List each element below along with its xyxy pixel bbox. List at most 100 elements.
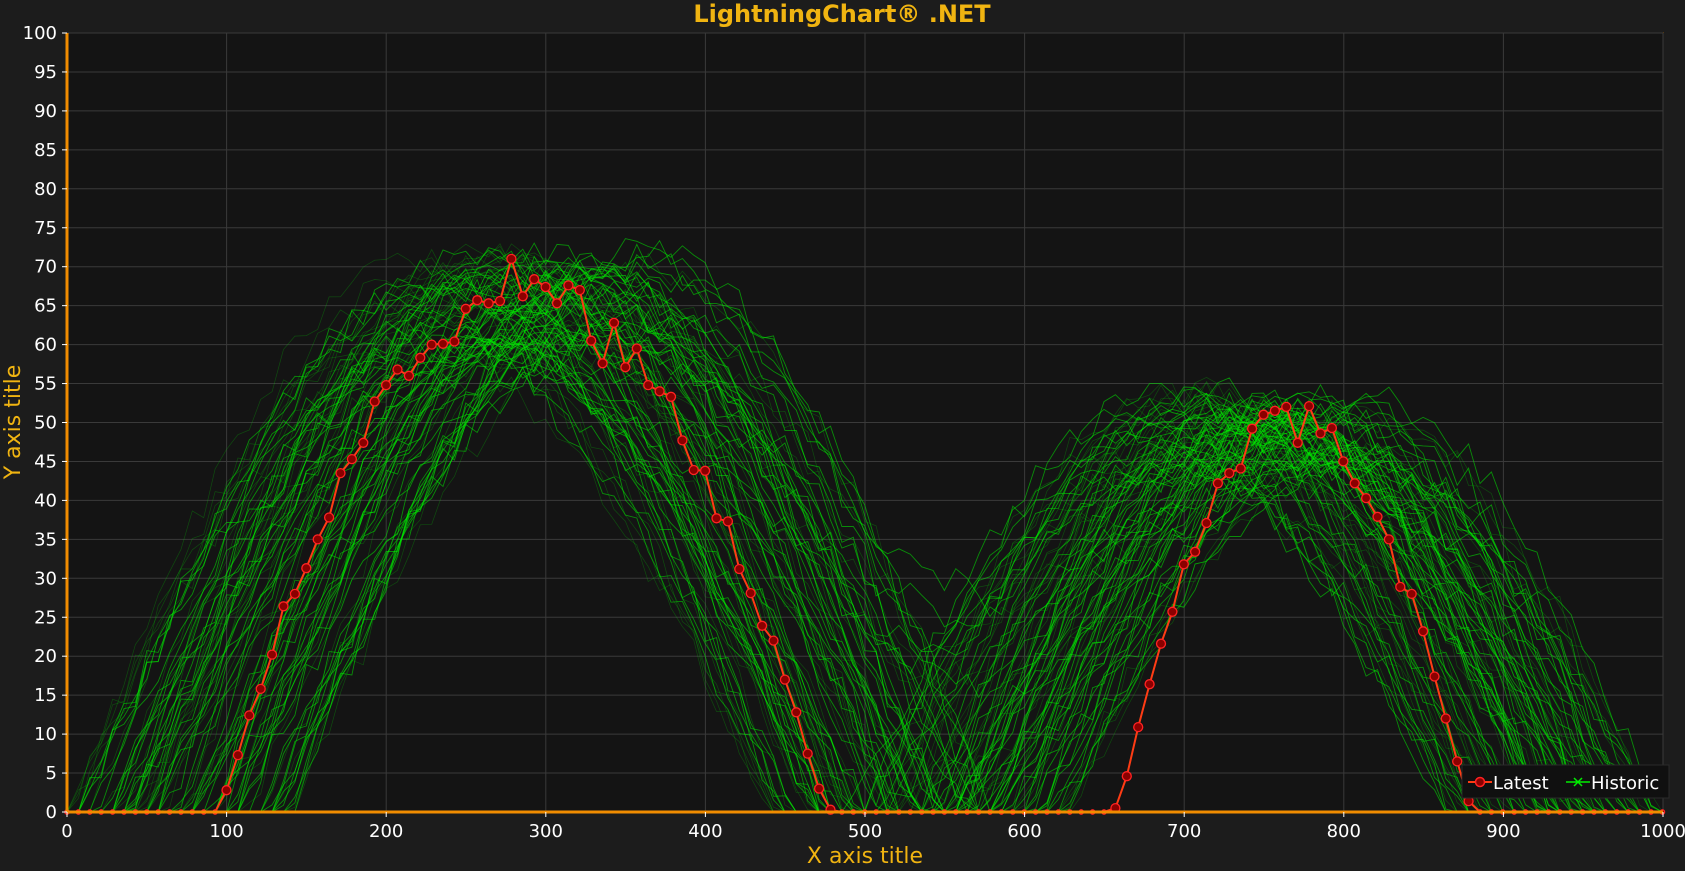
latest-point [654, 386, 665, 397]
latest-point [631, 343, 642, 354]
latest-point [494, 295, 506, 307]
latest-point [802, 748, 813, 759]
y-tick-label: 10 [34, 724, 57, 745]
latest-point [791, 707, 802, 718]
legend-latest-label: Latest [1493, 773, 1549, 794]
latest-point [722, 516, 734, 527]
chart-title: LightningChart® .NET [693, 0, 991, 28]
latest-point [756, 620, 768, 631]
latest-point [1292, 437, 1303, 448]
latest-point [1189, 546, 1201, 557]
chart: LightningChart® .NET 0 100 200 300 400 500 600… [0, 0, 1685, 871]
latest-point [551, 298, 563, 309]
legend-latest-marker-icon [1474, 776, 1486, 788]
latest-point [1452, 756, 1463, 767]
y-axis-title: Y axis title [1, 365, 26, 481]
latest-point [1258, 409, 1269, 420]
latest-point [779, 674, 791, 685]
y-tick-label: 60 [34, 335, 57, 356]
latest-point [1395, 581, 1406, 593]
x-tick-label: 1000 [1640, 821, 1685, 842]
latest-point [665, 391, 677, 402]
latest-point [335, 467, 346, 479]
latest-point [1383, 534, 1395, 545]
latest-point [813, 783, 825, 794]
y-tick-label: 45 [34, 451, 57, 472]
latest-point [1235, 463, 1246, 474]
latest-point [312, 534, 323, 545]
latest-point [1121, 771, 1132, 782]
latest-point [1212, 478, 1224, 489]
latest-point [323, 512, 335, 523]
y-tick-label: 95 [34, 62, 57, 83]
latest-point [1224, 467, 1235, 479]
latest-point [232, 749, 244, 761]
y-tick-label: 25 [34, 607, 57, 628]
x-tick-label: 300 [529, 821, 563, 842]
y-tick-label: 15 [34, 685, 57, 706]
latest-point [1326, 422, 1338, 434]
latest-point [266, 649, 278, 660]
latest-point [403, 370, 415, 381]
legend-historic-label: Historic [1591, 773, 1659, 794]
latest-point [517, 291, 528, 302]
latest-point [597, 358, 608, 369]
latest-point [1155, 638, 1167, 649]
latest-point [620, 362, 631, 373]
latest-point [221, 785, 232, 796]
latest-point [1338, 456, 1349, 467]
y-tick-label: 35 [34, 529, 57, 550]
y-tick-label: 5 [46, 763, 57, 784]
latest-point [506, 253, 517, 265]
latest-point [358, 437, 369, 448]
latest-point [392, 364, 403, 375]
latest-point [734, 563, 745, 575]
latest-point [278, 601, 289, 612]
latest-point [369, 396, 380, 407]
y-tick-label: 0 [46, 802, 57, 823]
latest-point [1429, 671, 1440, 682]
latest-point [1144, 679, 1155, 690]
y-tick-label: 85 [34, 140, 57, 161]
latest-point [437, 338, 449, 349]
y-tick-label: 75 [34, 218, 57, 239]
y-tick-label: 100 [23, 23, 57, 44]
y-tick-label: 55 [34, 374, 57, 395]
latest-point [1417, 626, 1429, 637]
x-tick-label: 400 [688, 821, 722, 842]
latest-point [745, 587, 756, 599]
latest-point [346, 453, 358, 465]
y-tick-label: 40 [34, 490, 57, 511]
x-tick-label: 800 [1327, 821, 1361, 842]
latest-point [699, 465, 711, 476]
latest-point [255, 683, 266, 695]
x-axis-title: X axis title [807, 844, 923, 869]
latest-point [540, 281, 551, 293]
latest-point [472, 295, 483, 306]
latest-point [1349, 478, 1360, 489]
latest-point [460, 303, 471, 314]
latest-point [289, 588, 301, 600]
latest-point [1315, 428, 1326, 439]
latest-point [1246, 423, 1258, 434]
latest-point [563, 280, 574, 291]
latest-point [1201, 517, 1212, 529]
latest-point [677, 435, 688, 446]
latest-point [1281, 401, 1292, 413]
latest-point [643, 379, 654, 391]
latest-point [768, 635, 779, 646]
latest-point [1440, 713, 1451, 724]
y-tick-label: 65 [34, 296, 57, 317]
latest-point [426, 339, 437, 350]
latest-point [301, 563, 312, 574]
x-tick-label: 700 [1167, 821, 1201, 842]
y-tick-label: 20 [34, 646, 57, 667]
latest-point [711, 513, 722, 524]
y-tick-label: 50 [34, 413, 57, 434]
x-tick-label: 0 [61, 821, 72, 842]
latest-point [1269, 405, 1281, 416]
x-tick-label: 600 [1007, 821, 1041, 842]
legend: Latest Historic [1461, 764, 1670, 799]
latest-point [1167, 606, 1178, 617]
latest-point [608, 317, 620, 328]
